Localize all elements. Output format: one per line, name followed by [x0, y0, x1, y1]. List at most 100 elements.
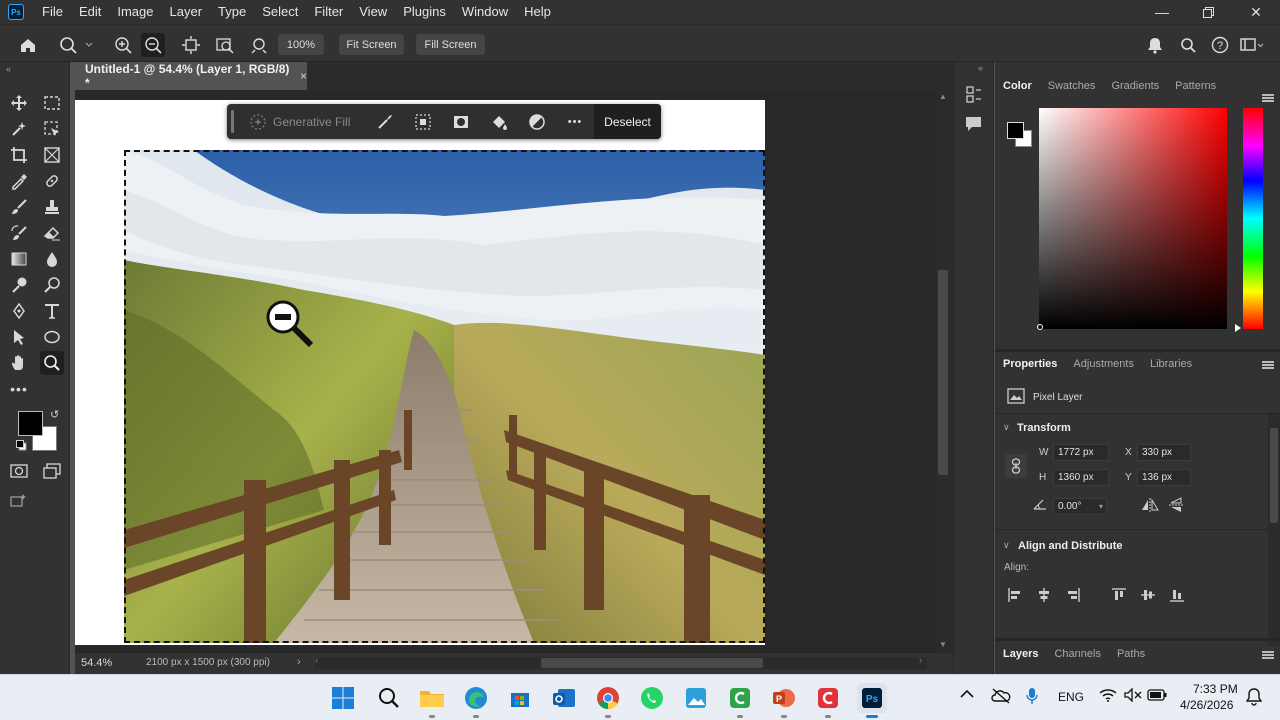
properties-scrollbar[interactable]	[1268, 414, 1280, 646]
hue-slider[interactable]	[1243, 108, 1263, 329]
tab-color[interactable]: Color	[995, 73, 1040, 99]
zoom-in-icon[interactable]	[111, 33, 135, 57]
more-options-icon[interactable]: •••	[562, 109, 588, 135]
microphone-icon[interactable]	[1026, 687, 1038, 705]
tab-patterns[interactable]: Patterns	[1167, 73, 1224, 99]
horizontal-scroll-thumb[interactable]	[541, 658, 763, 668]
generative-layers-icon[interactable]	[7, 489, 31, 513]
tab-layers[interactable]: Layers	[995, 641, 1046, 667]
hand-tool-icon[interactable]	[7, 351, 31, 375]
align-bottom-edges-icon[interactable]	[1170, 588, 1184, 602]
align-horizontal-centers-icon[interactable]	[1037, 588, 1051, 602]
vertical-scrollbar[interactable]: ▲ ▼	[935, 90, 953, 653]
menu-layer[interactable]: Layer	[162, 0, 211, 24]
photos-app-icon[interactable]	[681, 683, 711, 713]
close-window-icon[interactable]: ✕	[1233, 0, 1279, 24]
generative-fill-button[interactable]: Generative Fill	[249, 104, 350, 139]
transform-selection-icon[interactable]	[410, 109, 436, 135]
width-field[interactable]: 1772 px	[1053, 444, 1109, 461]
ellipse-tool-icon[interactable]	[40, 325, 64, 349]
move-tool-icon[interactable]	[7, 91, 31, 115]
onedrive-off-icon[interactable]	[991, 688, 1011, 704]
tab-adjustments[interactable]: Adjustments	[1065, 351, 1142, 377]
volume-muted-icon[interactable]	[1124, 688, 1142, 702]
color-panel-foreground-swatch[interactable]	[1007, 122, 1024, 139]
tab-channels[interactable]: Channels	[1046, 641, 1108, 667]
photo-layer[interactable]	[124, 150, 765, 643]
foreground-color-swatch[interactable]	[18, 411, 43, 436]
x-field[interactable]: 330 px	[1137, 444, 1191, 461]
fit-screen-button[interactable]: Fit Screen	[339, 34, 404, 55]
wifi-icon[interactable]	[1099, 688, 1117, 702]
spot-healing-brush-icon[interactable]	[40, 169, 64, 193]
chrome-icon[interactable]	[593, 683, 623, 713]
adjustment-layer-icon[interactable]	[524, 109, 550, 135]
object-selection-tool-icon[interactable]	[7, 117, 31, 141]
transform-collapse-icon[interactable]: ∨	[1003, 422, 1010, 433]
menu-file[interactable]: File	[34, 0, 71, 24]
scrollbar-thumb[interactable]	[938, 270, 948, 475]
tab-paths[interactable]: Paths	[1109, 641, 1153, 667]
menu-view[interactable]: View	[351, 0, 395, 24]
outlook-icon[interactable]	[549, 683, 579, 713]
history-brush-tool-icon[interactable]	[7, 221, 31, 245]
rectangular-marquee-tool-icon[interactable]	[40, 91, 64, 115]
comments-panel-icon[interactable]	[964, 115, 984, 133]
microsoft-store-icon[interactable]	[505, 683, 535, 713]
flip-vertical-icon[interactable]	[1169, 497, 1183, 513]
close-document-icon[interactable]: ×	[300, 69, 307, 83]
scroll-left-icon[interactable]: ‹	[315, 655, 318, 666]
tab-gradients[interactable]: Gradients	[1103, 73, 1167, 99]
history-panel-icon[interactable]	[964, 85, 984, 105]
link-dimensions-icon[interactable]	[1005, 454, 1027, 478]
whatsapp-icon[interactable]	[637, 683, 667, 713]
horizontal-scrollbar[interactable]: ‹ ›	[315, 655, 927, 669]
eyedropper-tool-icon[interactable]	[7, 169, 31, 193]
dodge-tool-icon[interactable]	[7, 273, 31, 297]
menu-edit[interactable]: Edit	[71, 0, 109, 24]
scroll-right-icon[interactable]: ›	[919, 655, 922, 666]
zoom-tool-icon[interactable]	[40, 351, 64, 375]
file-explorer-icon[interactable]	[417, 683, 447, 713]
fill-selection-icon[interactable]	[486, 109, 512, 135]
blur-tool-icon[interactable]	[40, 247, 64, 271]
zoom-level-status[interactable]: 54.4%	[81, 657, 112, 669]
powerpoint-icon[interactable]: P	[769, 683, 799, 713]
document-tab[interactable]: Untitled-1 @ 54.4% (Layer 1, RGB/8) * ×	[75, 62, 307, 90]
clock-time[interactable]: 7:33 PM	[1193, 682, 1238, 696]
menu-window[interactable]: Window	[454, 0, 516, 24]
tab-properties[interactable]: Properties	[995, 351, 1065, 377]
tab-swatches[interactable]: Swatches	[1040, 73, 1104, 99]
angle-dropdown-icon[interactable]: ▾	[1099, 502, 1103, 511]
color-panel-menu-icon[interactable]	[1262, 94, 1274, 102]
search-icon[interactable]	[1176, 33, 1200, 57]
y-field[interactable]: 136 px	[1137, 469, 1191, 486]
eraser-tool-icon[interactable]	[40, 221, 64, 245]
align-left-edges-icon[interactable]	[1008, 588, 1022, 602]
zoom-all-windows-icon[interactable]	[213, 33, 237, 57]
clone-stamp-tool-icon[interactable]	[40, 195, 64, 219]
edit-toolbar-icon[interactable]: •••	[7, 377, 31, 401]
quick-mask-icon[interactable]	[7, 459, 31, 483]
properties-panel-menu-icon[interactable]	[1262, 361, 1274, 369]
sponge-tool-icon[interactable]	[40, 273, 64, 297]
brush-tool-icon[interactable]	[7, 195, 31, 219]
scroll-down-icon[interactable]: ▼	[939, 640, 947, 649]
align-section-title[interactable]: Align and Distribute	[1018, 540, 1123, 552]
status-menu-arrow-icon[interactable]: ›	[297, 656, 301, 668]
height-field[interactable]: 1360 px	[1053, 469, 1109, 486]
saturation-brightness-field[interactable]	[1039, 108, 1227, 329]
camtasia-green-icon[interactable]	[725, 683, 755, 713]
gradient-tool-icon[interactable]	[7, 247, 31, 271]
select-subject-tool-icon[interactable]	[40, 117, 64, 141]
frame-tool-icon[interactable]	[40, 143, 64, 167]
menu-filter[interactable]: Filter	[306, 0, 351, 24]
restore-icon[interactable]	[1185, 0, 1231, 24]
align-top-edges-icon[interactable]	[1112, 588, 1126, 602]
align-collapse-icon[interactable]: ∨	[1003, 540, 1010, 551]
menu-help[interactable]: Help	[516, 0, 559, 24]
color-picker-handle[interactable]	[1037, 324, 1043, 330]
clock-date[interactable]: 4/26/2026	[1180, 698, 1233, 712]
zoom-percent-field[interactable]: 100%	[278, 34, 324, 55]
notifications-bell-icon[interactable]	[1143, 33, 1167, 57]
